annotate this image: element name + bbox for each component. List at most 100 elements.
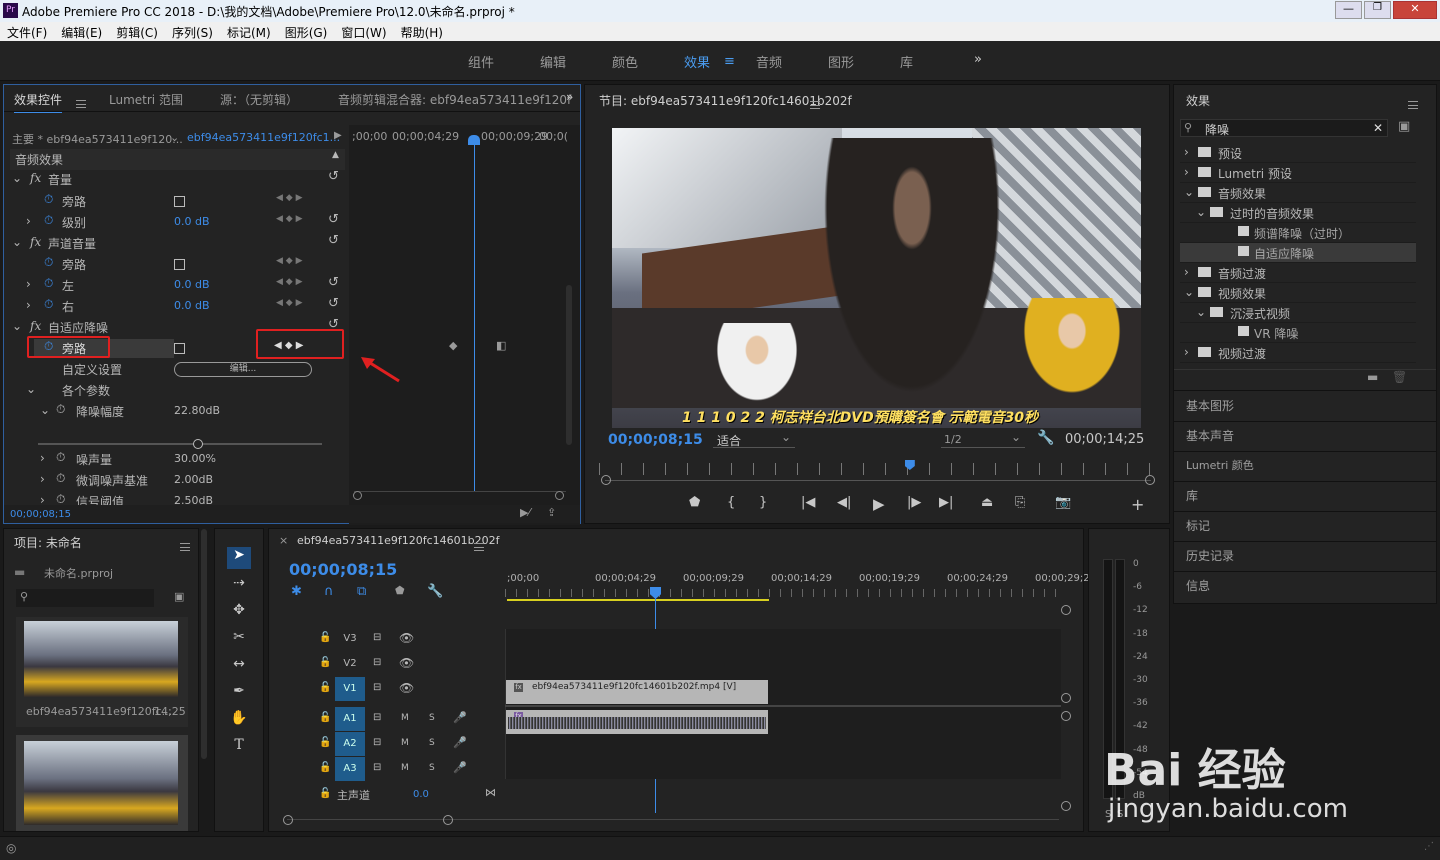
fit-dropdown[interactable]: 适合 ⌄ [713, 430, 795, 448]
master-track-value[interactable]: 0.0 [413, 789, 429, 800]
ec-playhead[interactable] [474, 137, 475, 492]
timeline-timecode[interactable]: 00;00;08;15 [289, 560, 397, 579]
workspace-effects[interactable]: 效果 [684, 52, 710, 71]
ripple-edit-tool-icon[interactable]: ✥ [227, 602, 251, 624]
bypass-checkbox[interactable] [174, 259, 185, 270]
right-value[interactable]: 0.0 dB [174, 299, 210, 312]
lock-icon[interactable]: 🔓 [319, 632, 331, 643]
menu-graphics[interactable]: 图形(G) [278, 22, 335, 43]
effects-tree-item[interactable]: › 视频过渡 [1180, 343, 1416, 363]
workspace-graphics[interactable]: 图形 [828, 52, 854, 71]
type-tool-icon[interactable]: T [227, 737, 251, 759]
workspace-color[interactable]: 颜色 [612, 52, 638, 71]
stopwatch-icon[interactable]: ⏱ [44, 192, 53, 207]
v-zoom-handle[interactable] [1061, 693, 1071, 703]
keyframe-icon[interactable]: ◆ [449, 339, 457, 352]
slider-thumb[interactable] [193, 439, 203, 449]
effects-tree-item[interactable]: ⌄ 音频效果 [1180, 183, 1416, 203]
new-bin-icon[interactable]: ▣ [174, 590, 184, 603]
edit-button[interactable]: 编辑... [174, 362, 312, 377]
panel-menu-icon[interactable] [810, 100, 820, 109]
solo-right[interactable]: S [1117, 809, 1123, 820]
razor-tool-icon[interactable]: ✂ [227, 629, 251, 651]
chevron-right-icon[interactable]: › [40, 472, 45, 486]
resize-grip-icon[interactable]: ⋰ [1424, 841, 1434, 852]
effects-tree-item[interactable]: ⌄ 过时的音频效果 [1180, 203, 1416, 223]
stopwatch-icon[interactable]: ⏱ [56, 402, 65, 417]
lock-icon[interactable]: 🔓 [319, 737, 331, 748]
menu-help[interactable]: 帮助(H) [394, 22, 450, 43]
menu-file[interactable]: 文件(F) [0, 22, 54, 43]
effects-search[interactable]: ⚲ 降噪 ✕ [1180, 119, 1388, 137]
close-button[interactable]: ✕ [1393, 1, 1437, 19]
hand-tool-icon[interactable]: ✋ [227, 710, 251, 732]
eye-icon[interactable]: 👁 [399, 681, 414, 695]
maximize-button[interactable]: ❐ [1364, 1, 1391, 19]
panel-menu-icon[interactable] [1408, 100, 1418, 109]
mark-out-icon[interactable]: } [759, 495, 767, 510]
step-forward-icon[interactable]: |▶ [907, 495, 921, 510]
mark-in-icon[interactable]: { [727, 495, 735, 510]
keyframe-nav-icon[interactable]: ◀ ◆ ▶ [276, 214, 303, 224]
workspace-audio[interactable]: 音频 [756, 52, 782, 71]
keyframe-nav-icon[interactable]: ◀ ◆ ▶ [276, 256, 303, 266]
reset-icon[interactable]: ↺ [328, 275, 339, 290]
timeline-ruler[interactable]: ;00;00 00;00;04;29 00;00;09;29 00;00;14;29 0… [505, 573, 1090, 601]
bypass-checkbox[interactable] [174, 343, 185, 354]
wrench-icon[interactable]: 🔧 [427, 584, 443, 599]
panel-menu-icon[interactable] [474, 542, 484, 551]
lock-icon[interactable]: 🔓 [319, 682, 331, 693]
stopwatch-icon[interactable]: ⏱ [56, 450, 65, 465]
folder-icon[interactable]: ▬ [1367, 370, 1378, 384]
effects-tree-item[interactable]: › 预设 [1180, 143, 1416, 163]
stopwatch-icon[interactable]: ⏱ [56, 471, 65, 486]
track-select-tool-icon[interactable]: ⇢ [227, 575, 251, 597]
channel-volume-row[interactable]: ⌄ fx 声道音量 ↺ [10, 233, 345, 254]
workspace-libraries[interactable]: 库 [900, 52, 913, 71]
level-value[interactable]: 0.0 dB [174, 215, 210, 228]
reset-icon[interactable]: ↺ [328, 212, 339, 227]
linked-selection-icon[interactable]: ∩ [324, 584, 334, 599]
fx-icon[interactable]: fx [30, 171, 41, 185]
mute-button[interactable]: M [401, 738, 409, 748]
filter-icon[interactable]: ▶⁄ [520, 506, 530, 519]
volume-effect-row[interactable]: ⌄ fx 音量 ↺ [10, 169, 345, 190]
effects-tree-item[interactable]: ⌄ 视频效果 [1180, 283, 1416, 303]
play-clip-icon[interactable]: ▶ [334, 130, 342, 141]
history-link[interactable]: 历史记录 [1186, 547, 1234, 564]
slip-tool-icon[interactable]: ↔ [227, 656, 251, 678]
chevron-down-icon[interactable]: ⌄ [1196, 305, 1206, 319]
scroll-handle[interactable] [353, 491, 362, 500]
tab-effect-controls[interactable]: 效果控件 [14, 91, 63, 113]
trash-icon[interactable]: 🗑 [1392, 370, 1407, 384]
chevron-down-icon[interactable]: ⌄ [26, 382, 36, 396]
workspace-editing[interactable]: 编辑 [540, 52, 566, 71]
add-button-icon[interactable]: + [1131, 495, 1144, 514]
sync-lock-icon[interactable]: ⊟ [373, 657, 381, 668]
chevron-right-icon[interactable]: › [1184, 265, 1189, 279]
panel-menu-icon[interactable] [76, 99, 86, 108]
solo-button[interactable]: S [429, 763, 435, 773]
program-video-frame[interactable]: 1 1 1 0 2 2 柯志祥台北DVD預購簽名會 示範電音30秒 [612, 128, 1141, 428]
wrench-icon[interactable]: 🔧 [1037, 430, 1054, 446]
keyframe-end-icon[interactable]: ◧ [496, 339, 506, 352]
go-to-end-icon[interactable]: ⋈ [485, 786, 496, 799]
reset-icon[interactable]: ↺ [328, 296, 339, 311]
audio-clip[interactable]: fx [506, 710, 768, 734]
chevron-right-icon[interactable]: › [1184, 145, 1189, 159]
track-target[interactable]: A1 [335, 707, 365, 731]
workspace-overflow-icon[interactable]: » [974, 52, 982, 67]
sync-lock-icon[interactable]: ⊟ [373, 762, 381, 773]
program-timecode[interactable]: 00;00;08;15 [608, 432, 703, 448]
microphone-icon[interactable]: 🎤 [453, 711, 467, 724]
project-search[interactable]: ⚲ [16, 589, 154, 607]
stopwatch-icon[interactable]: ⏱ [44, 276, 53, 291]
keyframe-nav-icon[interactable]: ◀ ◆ ▶ [276, 193, 303, 203]
essential-sound-link[interactable]: 基本声音 [1186, 427, 1234, 444]
go-to-in-icon[interactable]: |◀ [801, 495, 815, 510]
project-item[interactable] [16, 735, 188, 831]
effects-tree-item[interactable]: 自适应降噪 [1180, 243, 1416, 263]
scroll-up-icon[interactable]: ▲ [332, 150, 339, 160]
signal-value[interactable]: 2.50dB [174, 494, 213, 505]
snap-icon[interactable]: ✱ [291, 584, 302, 599]
